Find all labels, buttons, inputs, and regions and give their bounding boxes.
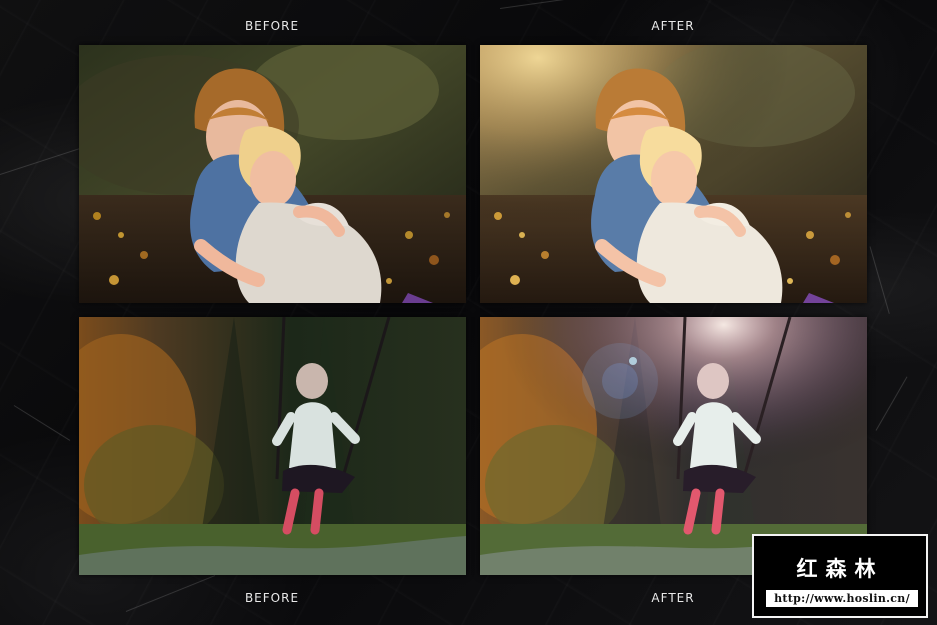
bottom-left-before-label: BEFORE <box>244 591 300 605</box>
watermark-name: 红森林 <box>796 556 884 581</box>
marble-vein-6 <box>499 0 609 9</box>
girls-hugging-after-photo <box>480 45 867 303</box>
marble-vein-4 <box>875 376 908 431</box>
marble-vein-3 <box>869 246 890 314</box>
swing-before-image <box>79 317 466 575</box>
bottom-right-after-label: AFTER <box>651 591 695 605</box>
marble-vein-2 <box>13 405 71 441</box>
marble-vein-1 <box>0 146 86 175</box>
swing-before-photo <box>79 317 466 575</box>
girls-hugging-before-photo <box>79 45 466 303</box>
site-watermark: 红森林 http://www.hoslin.cn/ <box>752 534 928 618</box>
top-left-before-label: BEFORE <box>244 19 300 33</box>
comparison-page: BEFORE AFTER BEFORE AFTER 红森林 http://www… <box>0 0 937 625</box>
girls-hugging-before-image <box>79 45 466 303</box>
girls-hugging-after-image <box>480 45 867 303</box>
watermark-url: http://www.hoslin.cn/ <box>766 590 918 607</box>
marble-vein-5 <box>125 575 216 612</box>
top-right-after-label: AFTER <box>651 19 695 33</box>
